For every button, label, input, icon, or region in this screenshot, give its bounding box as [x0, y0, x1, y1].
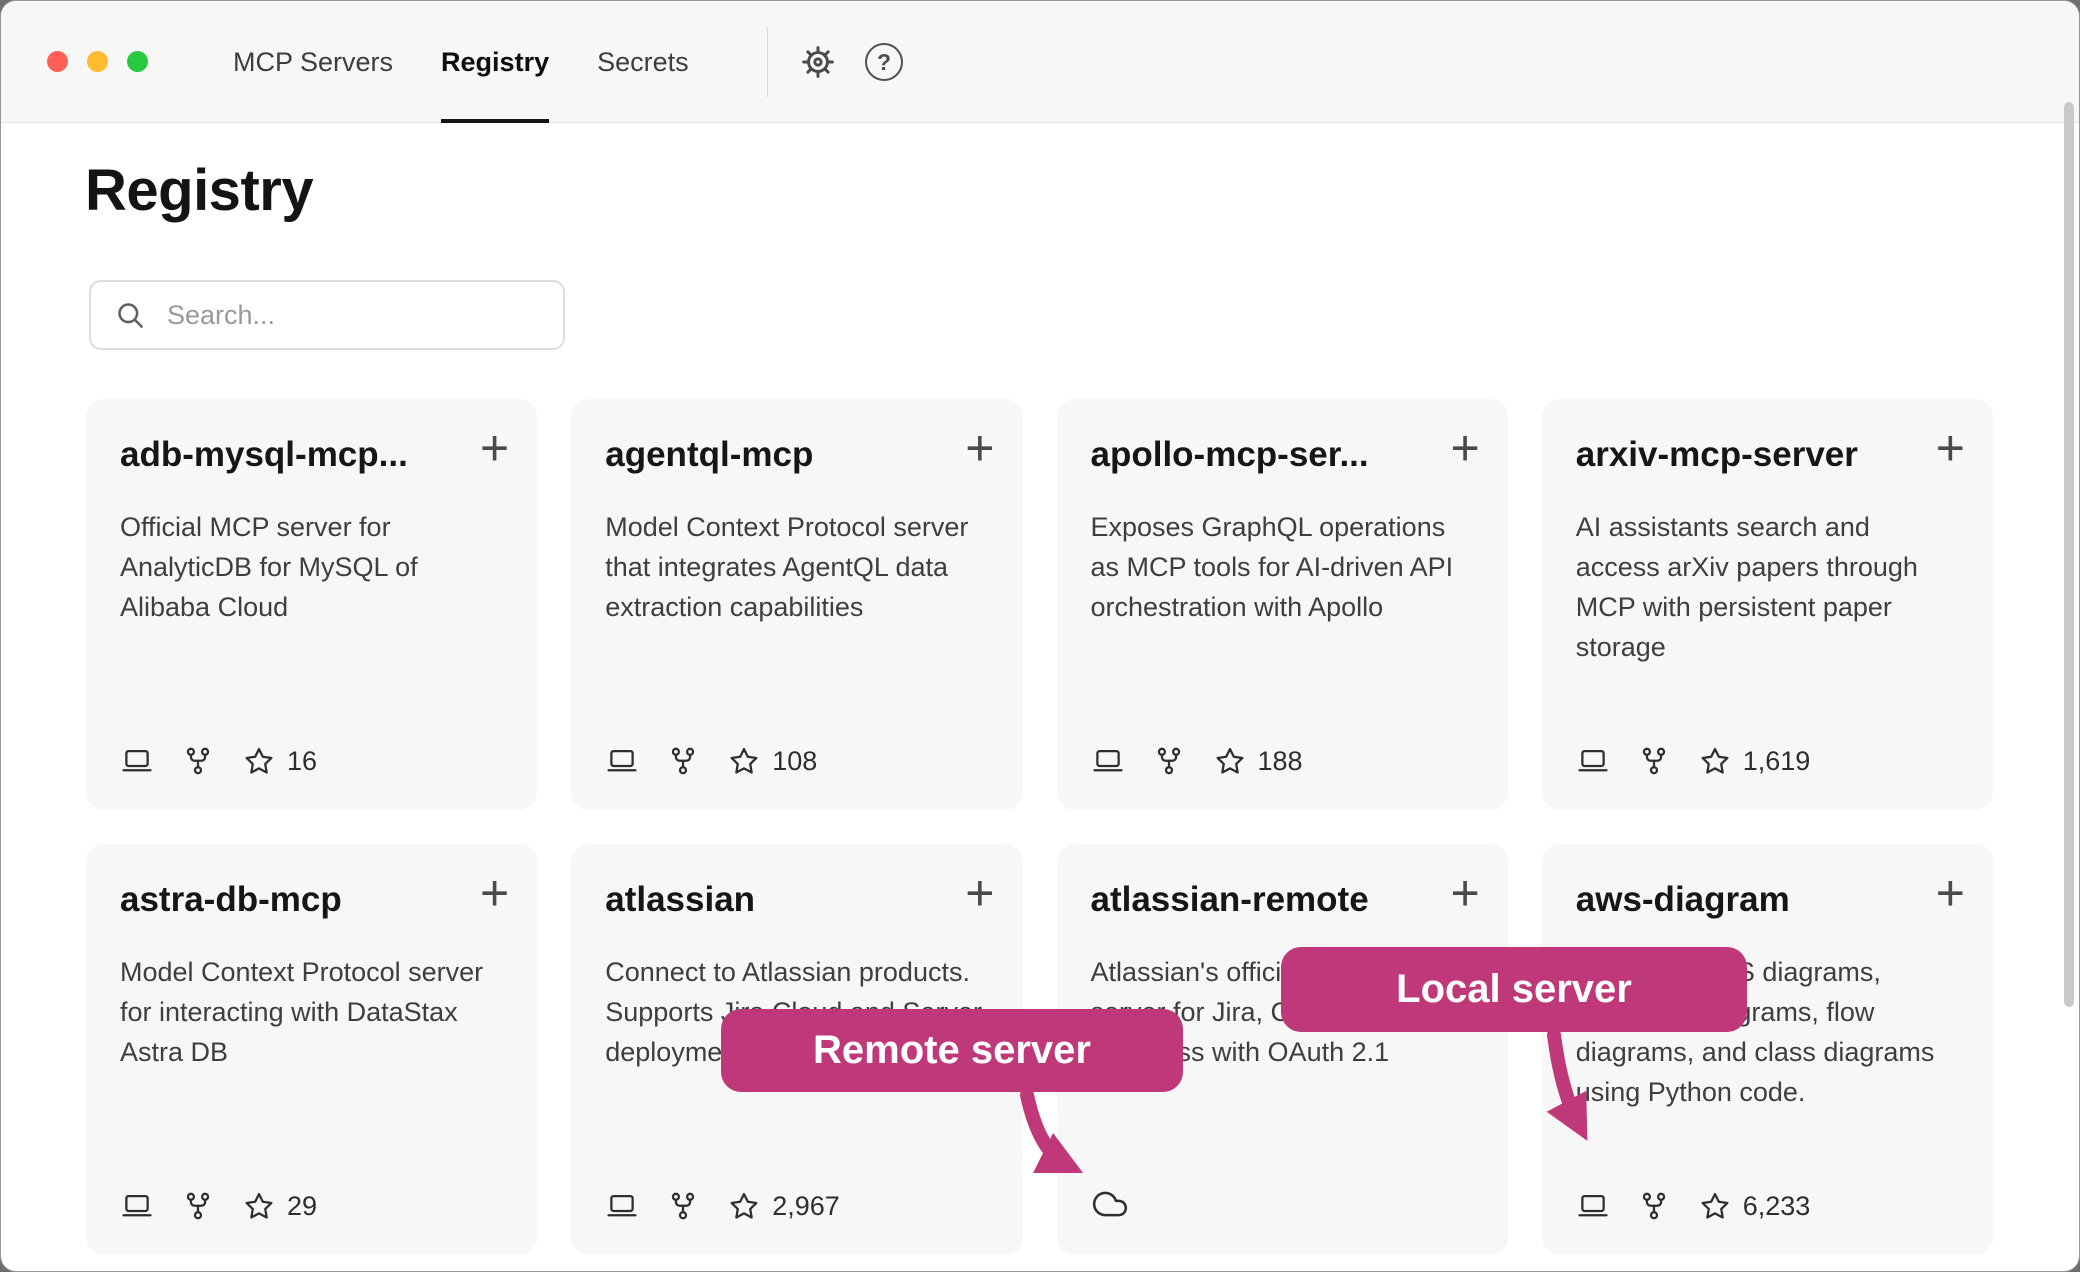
- server-card-grid: adb-mysql-mcp... + Official MCP server f…: [86, 399, 1993, 1255]
- star-group: 6,233: [1698, 1189, 1811, 1223]
- close-window-button[interactable]: [47, 51, 68, 72]
- server-card-footer: 2,967: [605, 1189, 840, 1223]
- star-group: 16: [242, 744, 317, 778]
- add-server-button[interactable]: +: [1932, 864, 1969, 922]
- server-name: agentql-mcp: [605, 435, 988, 475]
- star-count: 6,233: [1743, 1191, 1811, 1222]
- vertical-scrollbar[interactable]: [2064, 102, 2074, 1007]
- fork-icon: [181, 744, 215, 778]
- laptop-icon: [1576, 744, 1610, 778]
- add-server-button[interactable]: +: [961, 419, 998, 477]
- server-description: Official MCP server for AnalyticDB for M…: [120, 507, 503, 627]
- star-count: 16: [287, 746, 317, 777]
- server-card-footer: 108: [605, 744, 817, 778]
- add-server-button[interactable]: +: [1447, 864, 1484, 922]
- server-name: apollo-mcp-ser...: [1091, 435, 1474, 475]
- fork-icon: [666, 744, 700, 778]
- fork-icon: [1637, 744, 1671, 778]
- star-icon: [242, 744, 276, 778]
- server-name: astra-db-mcp: [120, 880, 503, 920]
- star-count: 188: [1258, 746, 1303, 777]
- add-server-button[interactable]: +: [476, 864, 513, 922]
- server-card[interactable]: apollo-mcp-ser... + Exposes GraphQL oper…: [1057, 399, 1508, 810]
- search-input[interactable]: [165, 299, 541, 332]
- server-description: AI assistants search and access arXiv pa…: [1576, 507, 1959, 667]
- laptop-icon: [605, 744, 639, 778]
- server-card-footer: 1,619: [1576, 744, 1811, 778]
- page-title: Registry: [85, 157, 313, 224]
- laptop-icon: [120, 1189, 154, 1223]
- server-description: Model Context Protocol server that integ…: [605, 507, 988, 627]
- star-count: 2,967: [772, 1191, 840, 1222]
- fork-icon: [181, 1189, 215, 1223]
- server-name: adb-mysql-mcp...: [120, 435, 503, 475]
- server-card-footer: 188: [1091, 744, 1303, 778]
- fork-icon: [666, 1189, 700, 1223]
- star-icon: [242, 1189, 276, 1223]
- zoom-window-button[interactable]: [127, 51, 148, 72]
- server-card[interactable]: aws-diagram + Generate AWS diagrams, seq…: [1542, 844, 1993, 1255]
- settings-button[interactable]: [797, 41, 839, 83]
- app-window: MCP Servers Registry Secrets ? Registry …: [0, 0, 2080, 1272]
- server-card[interactable]: astra-db-mcp + Model Context Protocol se…: [86, 844, 537, 1255]
- star-group: 188: [1213, 744, 1303, 778]
- star-count: 29: [287, 1191, 317, 1222]
- add-server-button[interactable]: +: [1932, 419, 1969, 477]
- minimize-window-button[interactable]: [87, 51, 108, 72]
- laptop-icon: [1091, 744, 1125, 778]
- fork-icon: [1152, 744, 1186, 778]
- tab-mcp-servers[interactable]: MCP Servers: [233, 1, 393, 123]
- gear-icon: [797, 41, 839, 83]
- add-server-button[interactable]: +: [961, 864, 998, 922]
- laptop-icon: [605, 1189, 639, 1223]
- tab-secrets[interactable]: Secrets: [597, 1, 689, 123]
- star-icon: [1698, 744, 1732, 778]
- star-icon: [1698, 1189, 1732, 1223]
- star-count: 1,619: [1743, 746, 1811, 777]
- laptop-icon: [120, 744, 154, 778]
- star-icon: [1213, 744, 1247, 778]
- star-group: 1,619: [1698, 744, 1811, 778]
- tab-registry[interactable]: Registry: [441, 1, 549, 123]
- header-divider: [767, 27, 768, 97]
- server-description: Model Context Protocol server for intera…: [120, 952, 503, 1072]
- server-name: atlassian: [605, 880, 988, 920]
- window-controls: [47, 51, 148, 72]
- search-icon: [113, 298, 147, 332]
- help-button[interactable]: ?: [865, 43, 903, 81]
- server-name: arxiv-mcp-server: [1576, 435, 1959, 475]
- screenshot-stage: MCP Servers Registry Secrets ? Registry …: [0, 0, 2080, 1272]
- add-server-button[interactable]: +: [1447, 419, 1484, 477]
- add-server-button[interactable]: +: [476, 419, 513, 477]
- search-box: [89, 280, 565, 350]
- server-description: Exposes GraphQL operations as MCP tools …: [1091, 507, 1474, 627]
- remote-server-callout: Remote server: [721, 1009, 1183, 1092]
- laptop-icon: [1576, 1189, 1610, 1223]
- star-group: 108: [727, 744, 817, 778]
- fork-icon: [1637, 1189, 1671, 1223]
- star-icon: [727, 744, 761, 778]
- server-card[interactable]: agentql-mcp + Model Context Protocol ser…: [571, 399, 1022, 810]
- server-card-footer: 29: [120, 1189, 317, 1223]
- server-card[interactable]: arxiv-mcp-server + AI assistants search …: [1542, 399, 1993, 810]
- star-icon: [727, 1189, 761, 1223]
- star-group: 29: [242, 1189, 317, 1223]
- server-card-footer: [1091, 1185, 1129, 1223]
- server-card-footer: 16: [120, 744, 317, 778]
- server-name: atlassian-remote: [1091, 880, 1474, 920]
- star-group: 2,967: [727, 1189, 840, 1223]
- local-server-callout: Local server: [1281, 947, 1747, 1032]
- cloud-icon: [1091, 1185, 1129, 1223]
- server-card-footer: 6,233: [1576, 1189, 1811, 1223]
- main-nav: MCP Servers Registry Secrets: [233, 1, 689, 123]
- server-name: aws-diagram: [1576, 880, 1959, 920]
- titlebar: MCP Servers Registry Secrets ?: [1, 1, 2079, 123]
- star-count: 108: [772, 746, 817, 777]
- server-card[interactable]: adb-mysql-mcp... + Official MCP server f…: [86, 399, 537, 810]
